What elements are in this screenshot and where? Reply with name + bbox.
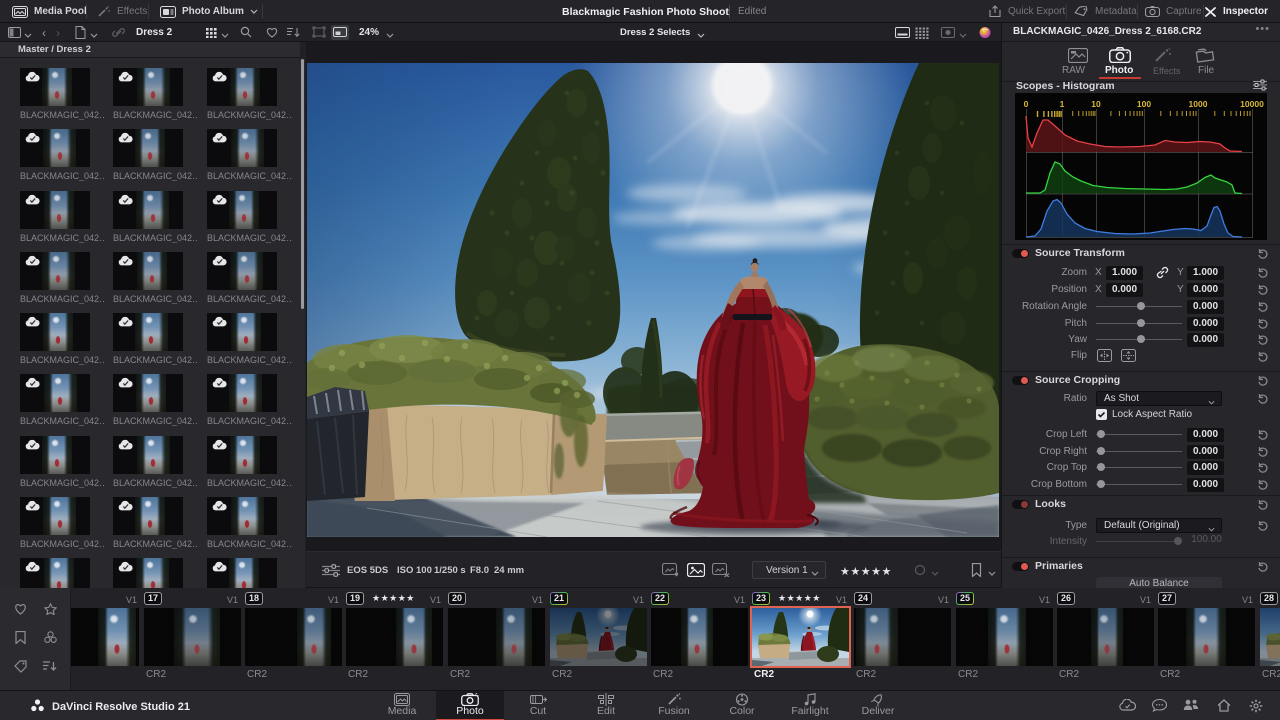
- svg-text:1: 1: [1060, 99, 1065, 109]
- svg-text:10: 10: [1091, 99, 1101, 109]
- svg-text:100: 100: [1137, 99, 1151, 109]
- svg-text:0: 0: [1024, 99, 1029, 109]
- svg-text:10000: 10000: [1240, 99, 1264, 109]
- svg-text:1000: 1000: [1189, 99, 1208, 109]
